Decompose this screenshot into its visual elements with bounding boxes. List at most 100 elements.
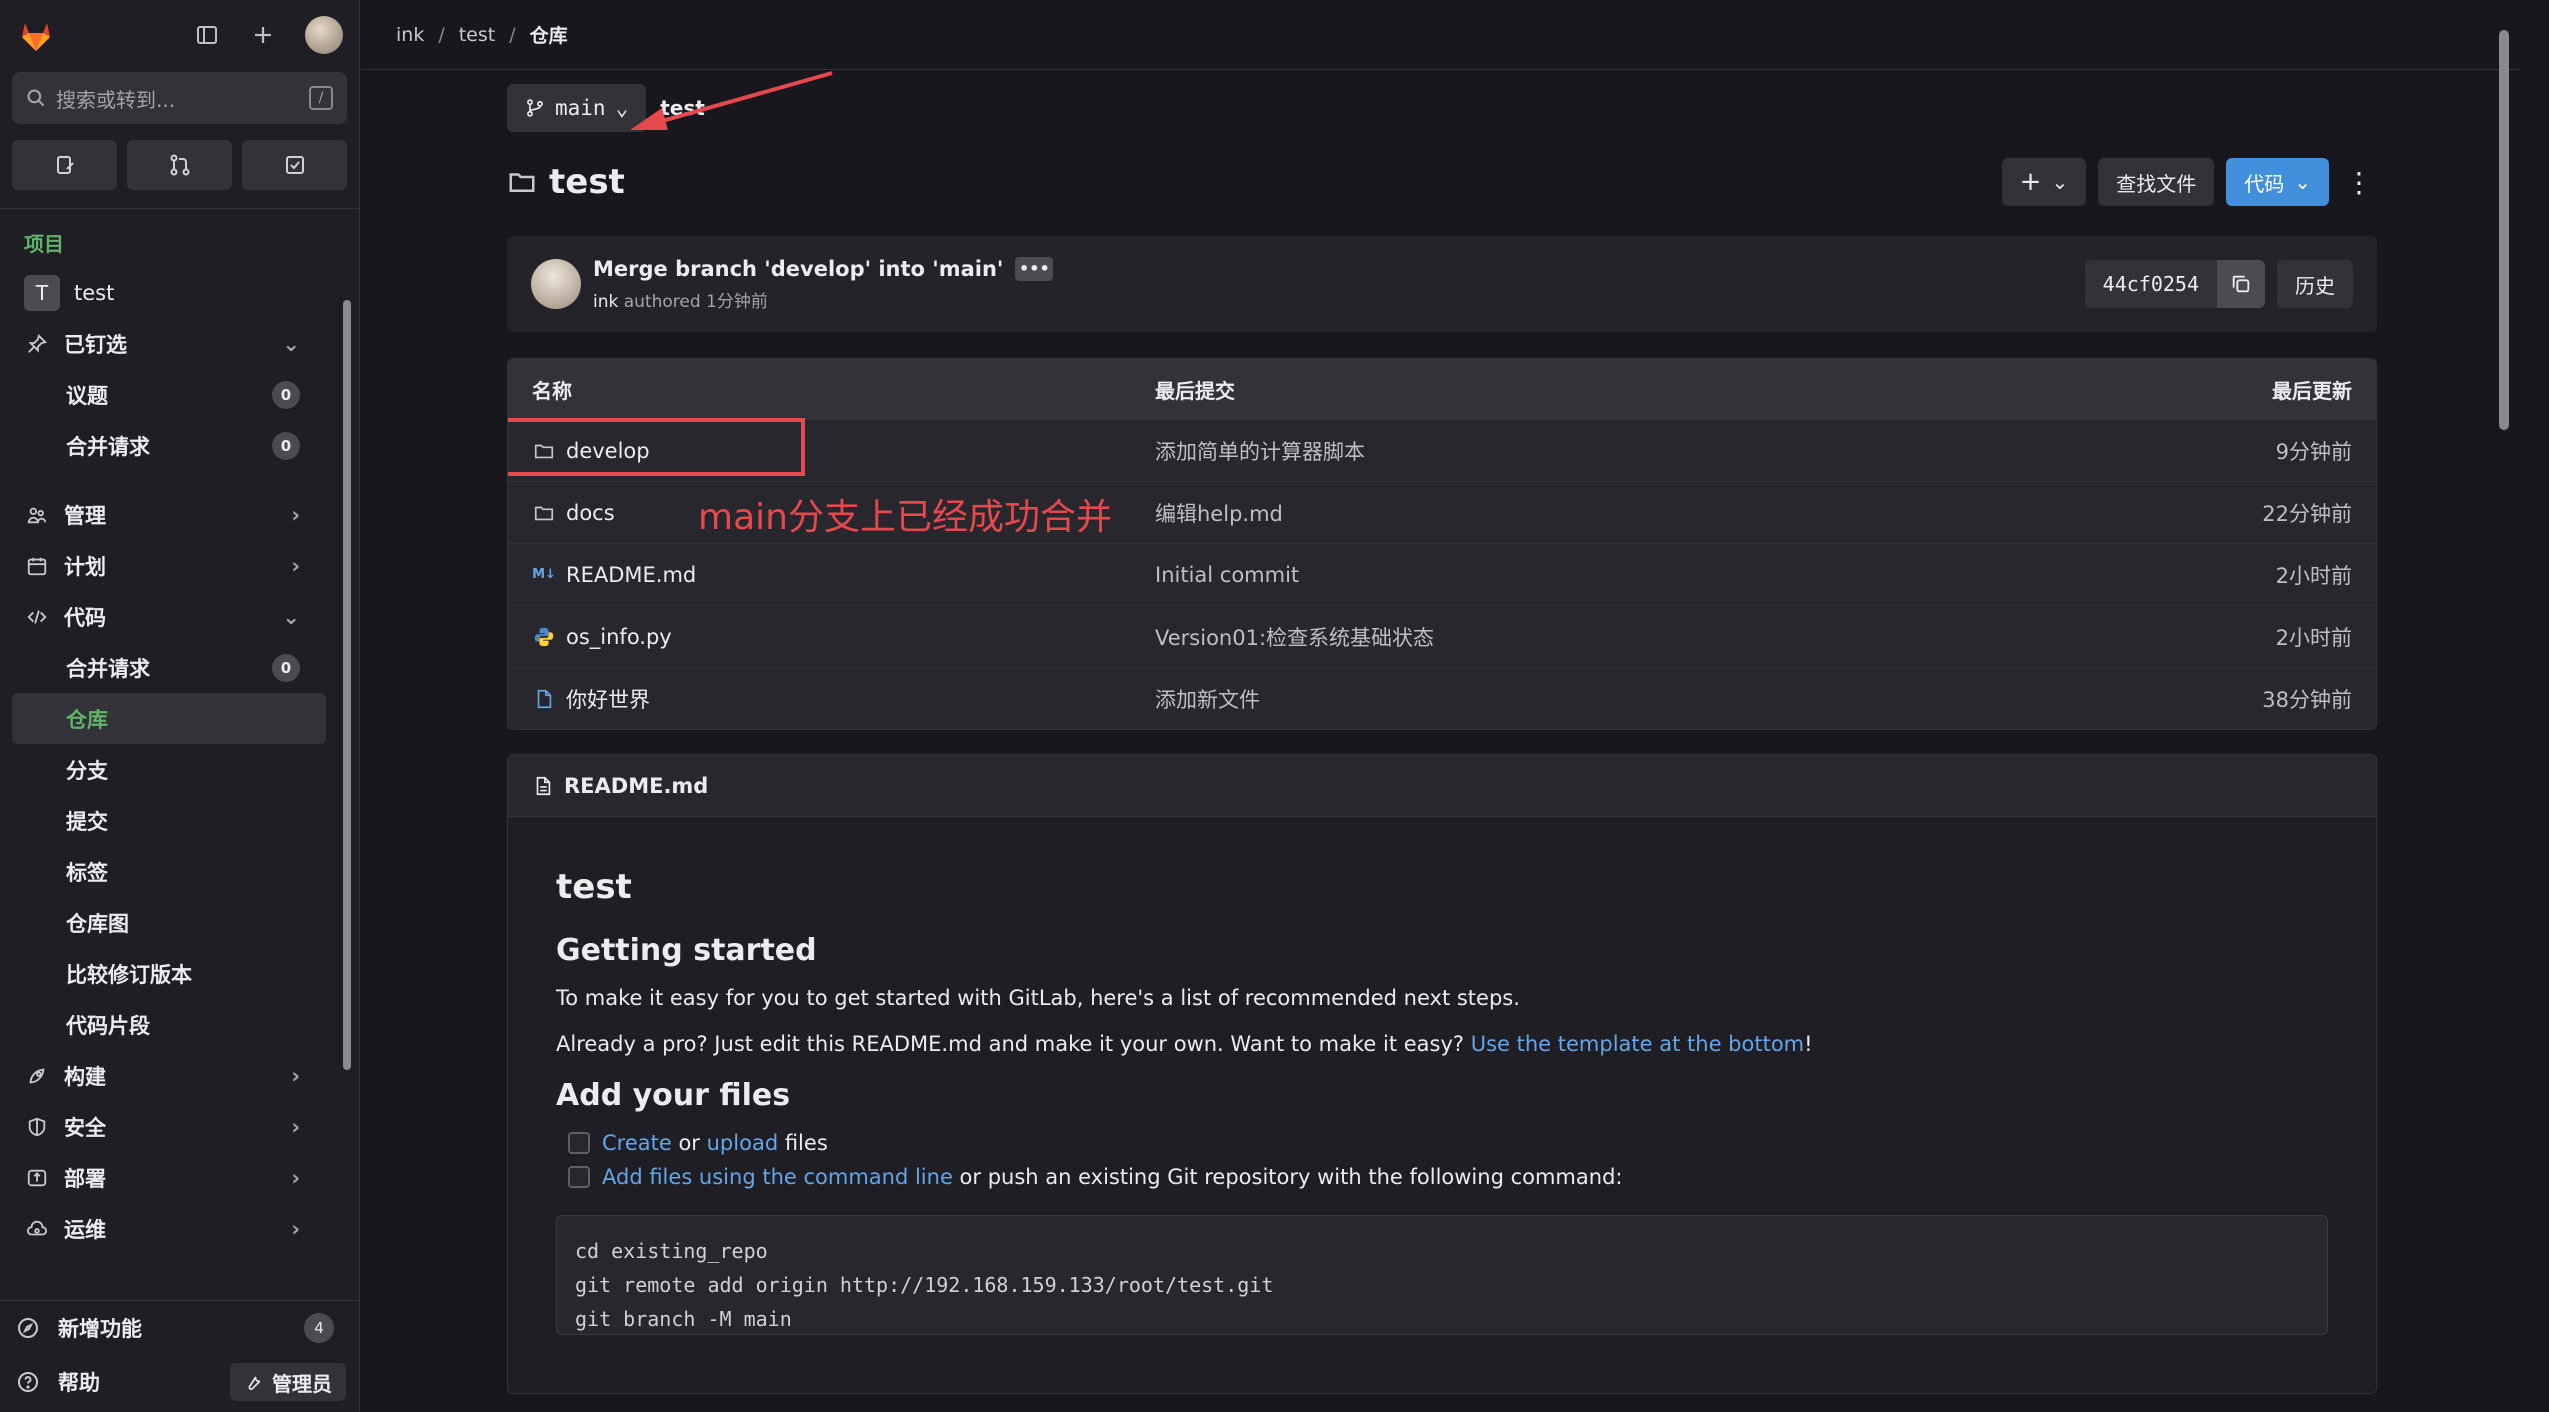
file-name[interactable]: docs [566,501,615,525]
task-item: Create or upload files [568,1131,2328,1155]
chevron-down-icon: ⌄ [2051,170,2069,194]
commit-sha[interactable]: 44cf0254 [2084,260,2217,308]
table-row[interactable]: M↓ README.md Initial commit 2小时前 [508,543,2376,605]
sidebar-item-plan[interactable]: 计划 › [0,540,340,591]
template-link[interactable]: Use the template at the bottom [1471,1032,1804,1056]
task-checkbox[interactable] [568,1132,590,1154]
whats-new-label: 新增功能 [58,1317,142,1341]
sidebar-item-code[interactable]: 代码 ⌄ [0,591,340,642]
commit-title[interactable]: Merge branch 'develop' into 'main' [593,257,1003,281]
sidebar-item-tags[interactable]: 标签 [0,846,340,897]
file-name-cell[interactable]: M↓ README.md [532,563,1155,587]
todos-shortcut-button[interactable] [242,140,347,190]
readme-text: files [778,1131,828,1155]
history-button[interactable]: 历史 [2277,260,2353,308]
rocket-icon [24,1063,50,1089]
readme-panel: README.md test Getting started To make i… [507,754,2377,1394]
sidebar-item-manage[interactable]: 管理 › [0,489,340,540]
more-actions-icon[interactable]: ⋮ [2341,158,2377,206]
sidebar-scrollbar[interactable] [340,278,354,1288]
sidebar-item-repository-graph[interactable]: 仓库图 [0,897,340,948]
create-new-icon[interactable] [249,21,277,49]
branch-path[interactable]: test [660,96,705,120]
admin-area-button[interactable]: 管理员 [230,1363,346,1401]
folder-icon [532,501,556,525]
branch-selector-button[interactable]: main ⌄ [507,84,647,132]
sidebar-item-merge-requests[interactable]: 合并请求 0 [0,642,340,693]
breadcrumb-item-current[interactable]: 仓库 [530,21,568,48]
sidebar-item-pinned-merge-requests[interactable]: 合并请求 0 [0,420,340,471]
code-dropdown-button[interactable]: 代码 ⌄ [2226,158,2329,206]
help-button[interactable]: 帮助 管理员 [0,1355,360,1409]
pin-icon [24,331,50,357]
gitlab-logo-icon[interactable] [16,15,56,55]
search-input[interactable]: 搜索或转到... / [12,72,347,124]
sidebar-item-issues[interactable]: 议题 0 [0,369,340,420]
file-last-commit[interactable]: 添加新文件 [1155,684,2262,714]
commits-label: 提交 [66,809,108,834]
sidebar-item-commits[interactable]: 提交 [0,795,340,846]
file-last-commit[interactable]: Initial commit [1155,563,2276,587]
upload-link[interactable]: upload [707,1131,779,1155]
add-dropdown-button[interactable]: + ⌄ [2001,158,2087,206]
plus-icon: + [2019,167,2042,197]
sidebar-item-repository[interactable]: 仓库 [12,693,326,744]
table-row[interactable]: docs main分支上已经成功合并 编辑help.md 22分钟前 [508,481,2376,543]
sidebar-item-operate[interactable]: 运维 › [0,1203,340,1254]
file-name[interactable]: os_info.py [566,625,672,649]
table-row[interactable]: 你好世界 添加新文件 38分钟前 [508,667,2376,729]
file-name-cell[interactable]: docs main分支上已经成功合并 [532,497,1155,538]
sidebar-top [0,0,359,70]
commit-description-toggle[interactable]: ••• [1015,256,1054,281]
commit-author[interactable]: ink [593,292,618,312]
file-name-cell[interactable]: os_info.py [532,625,1155,649]
copy-icon[interactable] [2217,260,2265,308]
table-row[interactable]: os_info.py Version01:检查系统基础状态 2小时前 [508,605,2376,667]
sidebar-item-secure[interactable]: 安全 › [0,1101,340,1152]
merge-request-icon [170,154,189,176]
search-placeholder: 搜索或转到... [56,87,176,112]
sidebar-item-project[interactable]: T test [0,267,340,318]
commit-authored-time: authored 1分钟前 [623,291,768,312]
code-block[interactable]: cd existing_repo git remote add origin h… [556,1215,2328,1335]
build-label: 构建 [64,1064,106,1089]
file-last-commit[interactable]: Version01:检查系统基础状态 [1155,622,2276,652]
toggle-sidebar-icon[interactable] [193,21,221,49]
sidebar-item-branches[interactable]: 分支 [0,744,340,795]
sidebar-scrollbar-thumb[interactable] [343,300,351,1070]
task-item: Add files using the command line or push… [568,1165,2328,1189]
sidebar-item-pinned[interactable]: 已钉选 ⌄ [0,318,340,369]
table-row[interactable]: develop 添加简单的计算器脚本 9分钟前 [508,418,2376,481]
sidebar-item-compare[interactable]: 比较修订版本 [0,948,340,999]
chevron-right-icon: › [291,553,300,578]
page-scrollbar[interactable] [2495,0,2513,1412]
sidebar-item-snippets[interactable]: 代码片段 [0,999,340,1050]
command-line-link[interactable]: Add files using the command line [602,1165,953,1189]
file-name[interactable]: README.md [566,563,696,587]
whats-new-count-badge: 4 [304,1313,334,1343]
task-checkbox[interactable] [568,1166,590,1188]
user-avatar[interactable] [305,16,343,54]
sidebar-item-build[interactable]: 构建 › [0,1050,340,1101]
breadcrumb-item-test[interactable]: test [459,24,496,46]
file-last-commit[interactable]: 添加简单的计算器脚本 [1155,436,2276,466]
merge-requests-shortcut-button[interactable] [127,140,232,190]
code-line: git branch -M main [575,1307,792,1331]
file-name-cell[interactable]: 你好世界 [532,684,1155,714]
file-last-update: 22分钟前 [2262,501,2352,526]
sidebar-divider [0,208,359,209]
issues-shortcut-button[interactable] [12,140,117,190]
breadcrumb-item-ink[interactable]: ink [396,24,424,46]
nav-section-title: 项目 [24,232,64,256]
whats-new-button[interactable]: 新增功能 4 [0,1301,360,1355]
create-link[interactable]: Create [602,1131,672,1155]
file-name[interactable]: 你好世界 [566,684,650,714]
sidebar-item-deploy[interactable]: 部署 › [0,1152,340,1203]
commit-author-avatar[interactable] [531,259,581,309]
page-scrollbar-thumb[interactable] [2499,30,2509,430]
file-last-commit[interactable]: 编辑help.md [1155,498,2262,528]
find-file-button[interactable]: 查找文件 [2098,158,2215,206]
readme-filename[interactable]: README.md [564,774,708,798]
code-merge-requests-count-badge: 0 [272,653,300,682]
python-icon [532,625,556,649]
